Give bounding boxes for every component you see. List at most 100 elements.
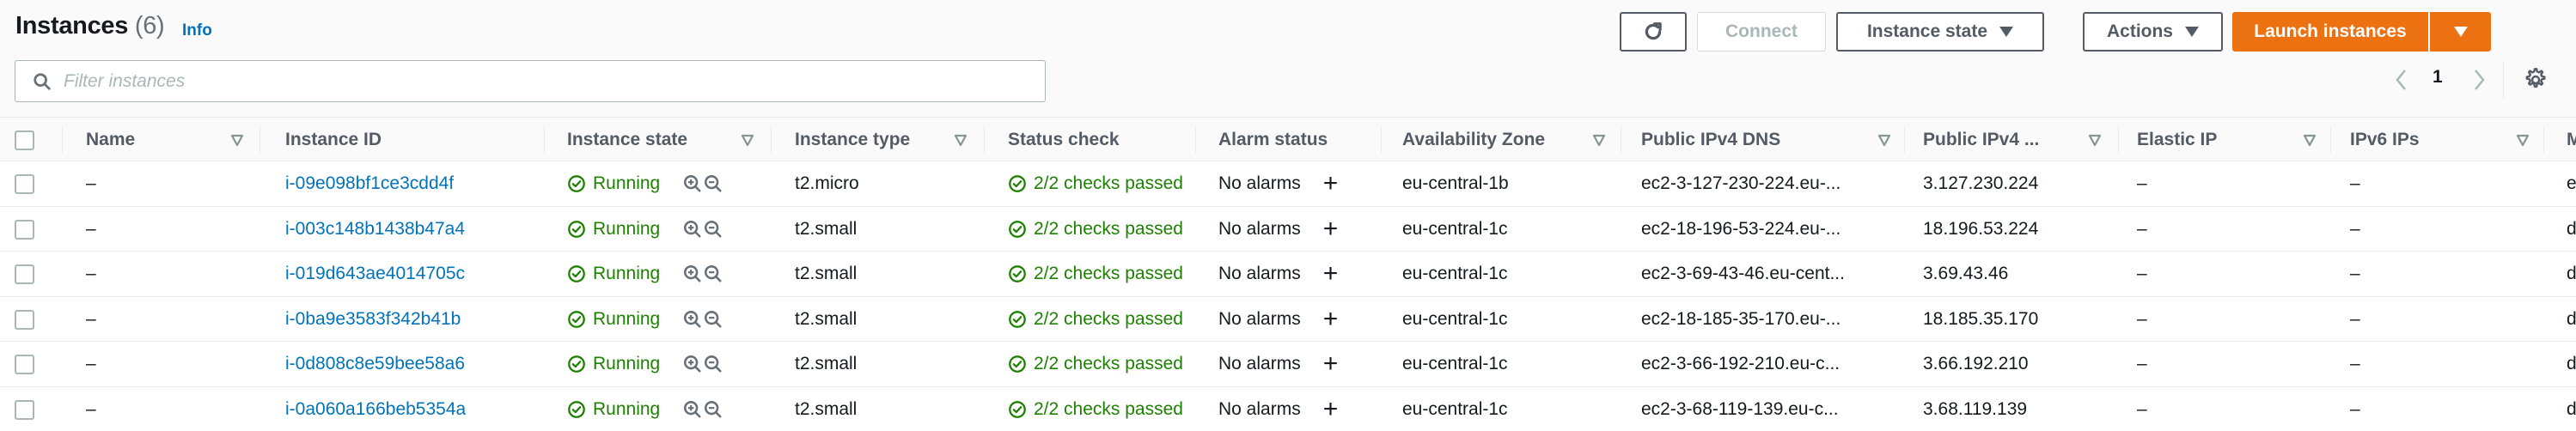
zoom-out-icon[interactable]: [704, 220, 723, 239]
table-row[interactable]: – i-003c148b1438b47a4 Running t2.small 2/2 c…: [0, 206, 2576, 252]
sort-icon[interactable]: [2088, 133, 2102, 147]
zoom-in-icon[interactable]: [683, 355, 702, 373]
status-check-indicator[interactable]: 2/2 checks passed: [1008, 264, 1183, 284]
instance-id-link[interactable]: i-09e098bf1ce3cdd4f: [285, 173, 454, 194]
add-alarm-icon[interactable]: +: [1323, 261, 1339, 287]
zoom-out-icon[interactable]: [704, 174, 723, 193]
cell-instance-id: i-0ba9e3583f342b41b: [285, 297, 461, 342]
monitoring-value: d: [2567, 398, 2576, 419]
zoom-in-icon[interactable]: [683, 310, 702, 329]
previous-page-button[interactable]: [2388, 67, 2414, 93]
column-divider[interactable]: [2330, 126, 2331, 154]
status-check-indicator[interactable]: 2/2 checks passed: [1008, 309, 1183, 330]
table-row[interactable]: – i-019d643ae4014705c Running t2.small 2/2 c…: [0, 252, 2576, 297]
column-header-availability-zone[interactable]: Availability Zone: [1402, 118, 1545, 162]
zoom-in-icon[interactable]: [683, 264, 702, 283]
zoom-in-icon[interactable]: [683, 400, 702, 419]
instance-state-button[interactable]: Instance state: [1836, 12, 2044, 52]
launch-options-dropdown[interactable]: [2430, 12, 2491, 52]
instance-id-link[interactable]: i-0ba9e3583f342b41b: [285, 309, 461, 330]
instance-state-text: Running: [593, 173, 661, 193]
row-checkbox[interactable]: [15, 219, 34, 240]
column-divider[interactable]: [1904, 126, 1905, 154]
status-check-text: 2/2 checks passed: [1034, 218, 1183, 239]
column-header-public-ipv4-dns[interactable]: Public IPv4 DNS: [1641, 118, 1780, 162]
column-header-alarm-status[interactable]: Alarm status: [1218, 118, 1328, 162]
next-page-button[interactable]: [2467, 67, 2493, 93]
column-header-label: Public IPv4 ...: [1923, 130, 2040, 149]
refresh-button[interactable]: [1620, 12, 1687, 52]
add-alarm-icon[interactable]: +: [1323, 216, 1339, 242]
column-divider[interactable]: [2118, 126, 2119, 154]
state-filter-actions: [683, 220, 723, 239]
info-link[interactable]: Info: [182, 21, 212, 40]
column-header-instance-state[interactable]: Instance state: [567, 118, 687, 162]
column-divider[interactable]: [771, 126, 772, 154]
column-header-public-ipv4-address[interactable]: Public IPv4 ...: [1923, 118, 2039, 162]
cell-public-ipv4-address: 18.196.53.224: [1923, 207, 2038, 252]
sort-icon[interactable]: [1877, 133, 1891, 147]
column-divider[interactable]: [2543, 126, 2544, 154]
zoom-in-icon[interactable]: [683, 220, 702, 239]
public-ipv4-address-value: 3.127.230.224: [1923, 173, 2039, 193]
column-divider[interactable]: [1195, 126, 1196, 154]
filter-box: [15, 60, 1046, 102]
add-alarm-icon[interactable]: +: [1323, 306, 1339, 332]
instance-id-link[interactable]: i-019d643ae4014705c: [285, 264, 465, 284]
column-header-name[interactable]: Name: [86, 118, 135, 162]
column-divider[interactable]: [62, 126, 63, 154]
sort-icon[interactable]: [954, 133, 968, 147]
sort-icon[interactable]: [230, 133, 244, 147]
cell-public-ipv4-address: 18.185.35.170: [1923, 297, 2038, 342]
table-row[interactable]: – i-0d808c8e59bee58a6 Running t2.small 2/2 c…: [0, 342, 2576, 387]
zoom-out-icon[interactable]: [704, 264, 723, 283]
column-header-instance-id[interactable]: Instance ID: [285, 118, 382, 162]
sort-icon[interactable]: [2516, 133, 2530, 147]
table-row[interactable]: – i-0ba9e3583f342b41b Running t2.small 2/2 c…: [0, 296, 2576, 342]
instance-id-link[interactable]: i-0a060a166beb5354a: [285, 399, 466, 420]
sort-icon[interactable]: [1592, 133, 1606, 147]
connect-button[interactable]: Connect: [1697, 12, 1826, 52]
column-divider[interactable]: [544, 126, 545, 154]
cell-monitoring: e: [2567, 161, 2576, 206]
row-checkbox[interactable]: [15, 309, 34, 330]
zoom-out-icon[interactable]: [704, 355, 723, 373]
column-divider[interactable]: [259, 126, 260, 154]
column-divider[interactable]: [1381, 126, 1382, 154]
sort-icon[interactable]: [741, 133, 754, 147]
sort-icon[interactable]: [2303, 133, 2317, 147]
instance-id-link[interactable]: i-0d808c8e59bee58a6: [285, 354, 465, 374]
select-all-checkbox[interactable]: [15, 131, 34, 150]
add-alarm-icon[interactable]: +: [1323, 396, 1339, 422]
instance-id-link[interactable]: i-003c148b1438b47a4: [285, 219, 465, 240]
column-header-status-check[interactable]: Status check: [1008, 118, 1120, 162]
preferences-button[interactable]: [2521, 66, 2549, 94]
table-row[interactable]: – i-0a060a166beb5354a Running t2.small 2/2 c…: [0, 386, 2576, 431]
launch-instances-button[interactable]: Launch instances: [2232, 12, 2428, 52]
row-checkbox[interactable]: [15, 264, 34, 284]
zoom-out-icon[interactable]: [704, 400, 723, 419]
actions-button[interactable]: Actions: [2083, 12, 2223, 52]
row-checkbox[interactable]: [15, 174, 34, 194]
zoom-in-icon[interactable]: [683, 174, 702, 193]
filter-instances-input[interactable]: [64, 70, 1009, 92]
column-header-instance-type[interactable]: Instance type: [795, 118, 910, 162]
page-number[interactable]: 1: [2433, 67, 2443, 88]
add-alarm-icon[interactable]: +: [1323, 351, 1339, 377]
status-check-indicator[interactable]: 2/2 checks passed: [1008, 354, 1183, 374]
status-check-indicator[interactable]: 2/2 checks passed: [1008, 219, 1183, 240]
column-divider[interactable]: [984, 126, 985, 154]
table-body: – i-09e098bf1ce3cdd4f Running t2.micro 2/2 c…: [0, 161, 2576, 431]
add-alarm-icon[interactable]: +: [1323, 171, 1339, 197]
row-checkbox[interactable]: [15, 355, 34, 374]
column-header-monitoring[interactable]: M: [2567, 118, 2576, 162]
zoom-out-icon[interactable]: [704, 310, 723, 329]
status-check-indicator[interactable]: 2/2 checks passed: [1008, 399, 1183, 420]
table-row[interactable]: – i-09e098bf1ce3cdd4f Running t2.micro 2/2 c…: [0, 161, 2576, 207]
status-check-indicator[interactable]: 2/2 checks passed: [1008, 173, 1183, 194]
column-header-elastic-ip[interactable]: Elastic IP: [2137, 118, 2217, 162]
column-header-label: Public IPv4 DNS: [1641, 130, 1781, 149]
cell-availability-zone: eu-central-1c: [1402, 342, 1508, 386]
row-checkbox[interactable]: [15, 399, 34, 420]
column-header-ipv6-ips[interactable]: IPv6 IPs: [2350, 118, 2420, 162]
